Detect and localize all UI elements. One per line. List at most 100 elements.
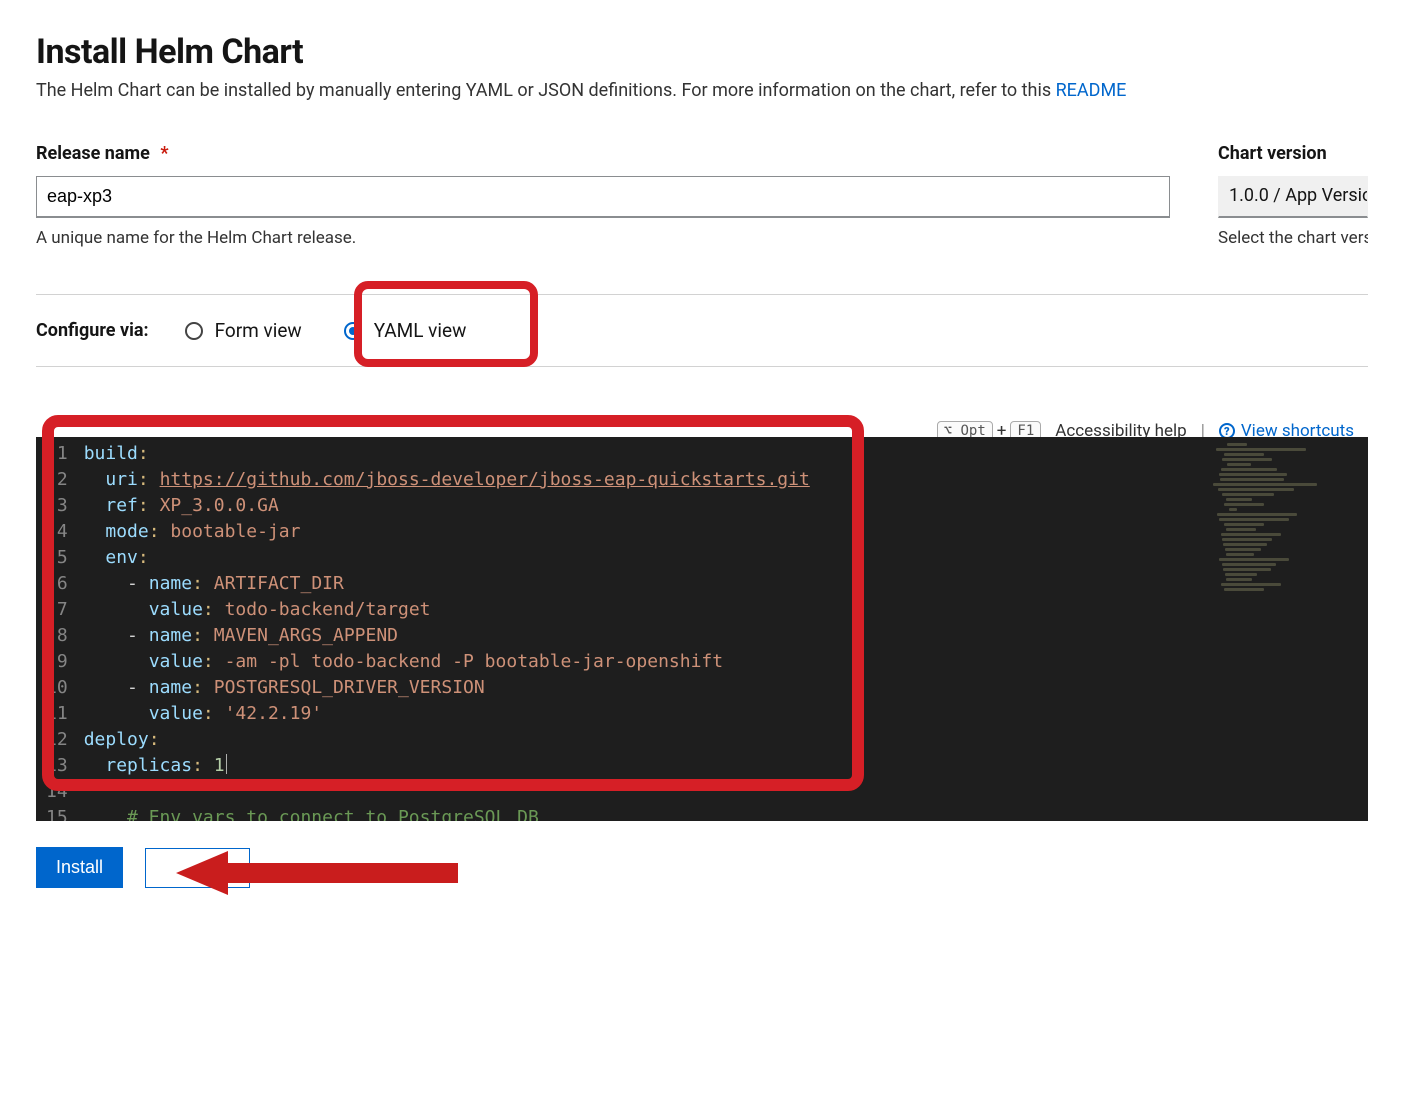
minimap-line — [1226, 528, 1256, 531]
code-token: MAVEN_ARGS_APPEND — [214, 625, 398, 646]
minimap-line — [1221, 583, 1281, 586]
code-line[interactable]: deploy: — [84, 727, 1208, 753]
code-line[interactable]: ref: XP_3.0.0.GA — [84, 493, 1208, 519]
radio-form-view[interactable]: Form view — [171, 313, 316, 348]
code-token: : — [192, 677, 214, 698]
required-asterisk: * — [160, 143, 168, 164]
editor-code[interactable]: build: uri: https://github.com/jboss-dev… — [84, 437, 1208, 821]
minimap-line — [1227, 443, 1247, 446]
radio-yaml-view[interactable]: YAML view — [330, 313, 481, 348]
code-token: 1 — [214, 755, 225, 776]
minimap-line — [1224, 523, 1264, 526]
gutter-line: 9 — [46, 649, 68, 675]
secondary-button[interactable] — [145, 848, 250, 888]
code-token: todo-backend/target — [225, 599, 431, 620]
code-token: uri — [105, 469, 138, 490]
minimap-line — [1224, 453, 1264, 456]
minimap-line — [1222, 538, 1272, 541]
configure-via-row: Configure via: Form view YAML view — [36, 294, 1368, 367]
code-line[interactable]: - name: MAVEN_ARGS_APPEND — [84, 623, 1208, 649]
chart-version-select[interactable]: 1.0.0 / App Version — [1218, 176, 1368, 218]
code-token — [84, 521, 106, 542]
code-token: name — [149, 677, 192, 698]
code-token: ARTIFACT_DIR — [214, 573, 344, 594]
minimap-line — [1223, 568, 1271, 571]
code-token: build — [84, 443, 138, 464]
code-line[interactable]: build: — [84, 441, 1208, 467]
gutter-line: 4 — [46, 519, 68, 545]
code-line[interactable]: uri: https://github.com/jboss-developer/… — [84, 467, 1208, 493]
gutter-line: 6 — [46, 571, 68, 597]
code-token: -am -pl todo-backend -P bootable-jar-ope… — [225, 651, 724, 672]
minimap-line — [1225, 548, 1261, 551]
text-cursor — [226, 754, 227, 774]
gutter-line: 1 — [46, 441, 68, 467]
code-token: : — [138, 547, 149, 568]
code-line[interactable]: mode: bootable-jar — [84, 519, 1208, 545]
yaml-editor[interactable]: 123456789101112131415 build: uri: https:… — [36, 437, 1368, 821]
release-name-input[interactable] — [36, 176, 1170, 218]
code-token — [84, 547, 106, 568]
minimap-line — [1218, 488, 1294, 491]
minimap-line — [1225, 573, 1257, 576]
code-line[interactable]: # Env vars to connect to PostgreSQL DB — [84, 805, 1208, 821]
code-token: value — [149, 703, 203, 724]
minimap-line — [1224, 588, 1264, 591]
code-token — [84, 469, 106, 490]
code-token — [84, 599, 149, 620]
minimap-line — [1229, 508, 1237, 511]
code-line[interactable]: value: todo-backend/target — [84, 597, 1208, 623]
minimap-line — [1219, 518, 1289, 521]
code-token: : — [203, 651, 225, 672]
code-line[interactable]: replicas: 1 — [84, 753, 1208, 779]
page-description: The Helm Chart can be installed by manua… — [36, 80, 1368, 101]
editor-minimap[interactable] — [1208, 437, 1368, 821]
minimap-line — [1222, 563, 1276, 566]
code-line[interactable]: value: '42.2.19' — [84, 701, 1208, 727]
code-token: : — [149, 521, 171, 542]
radio-form-view-circle — [185, 322, 203, 340]
gutter-line: 7 — [46, 597, 68, 623]
code-token: : — [149, 729, 160, 750]
gutter-line: 11 — [46, 701, 68, 727]
code-token: : — [192, 755, 214, 776]
minimap-line — [1221, 468, 1277, 471]
minimap-line — [1222, 458, 1272, 461]
code-line[interactable]: - name: POSTGRESQL_DRIVER_VERSION — [84, 675, 1208, 701]
code-line[interactable] — [84, 779, 1208, 805]
code-token: value — [149, 651, 203, 672]
code-token: # Env vars to connect to PostgreSQL DB — [127, 807, 539, 821]
page-title: Install Helm Chart — [36, 32, 1368, 72]
code-token: env — [105, 547, 138, 568]
gutter-line: 14 — [46, 779, 68, 805]
code-line[interactable]: env: — [84, 545, 1208, 571]
form-row: Release name * A unique name for the Hel… — [36, 143, 1368, 248]
minimap-line — [1227, 463, 1251, 466]
code-line[interactable]: value: -am -pl todo-backend -P bootable-… — [84, 649, 1208, 675]
code-token: deploy — [84, 729, 149, 750]
minimap-line — [1221, 533, 1281, 536]
code-token — [84, 651, 149, 672]
radio-yaml-view-circle — [344, 322, 362, 340]
bottom-actions: Install — [36, 847, 1368, 888]
code-line[interactable]: - name: ARTIFACT_DIR — [84, 571, 1208, 597]
chart-version-helper: Select the chart version. — [1218, 228, 1368, 248]
readme-link[interactable]: README — [1056, 80, 1127, 101]
minimap-line — [1220, 478, 1284, 481]
minimap-line — [1223, 543, 1267, 546]
code-token — [84, 625, 127, 646]
code-token — [84, 807, 127, 821]
radio-yaml-view-label: YAML view — [374, 319, 467, 342]
code-token: name — [149, 625, 192, 646]
code-token — [84, 573, 127, 594]
gutter-line: 5 — [46, 545, 68, 571]
install-button[interactable]: Install — [36, 847, 123, 888]
release-name-label-text: Release name — [36, 143, 150, 164]
minimap-line — [1219, 473, 1287, 476]
gutter-line: 3 — [46, 493, 68, 519]
code-token: : — [192, 573, 214, 594]
code-token: mode — [105, 521, 148, 542]
minimap-line — [1216, 448, 1306, 451]
yaml-editor-container: ⌥ Opt + F1 Accessibility help | ? View s… — [36, 437, 1368, 821]
code-token — [84, 755, 106, 776]
